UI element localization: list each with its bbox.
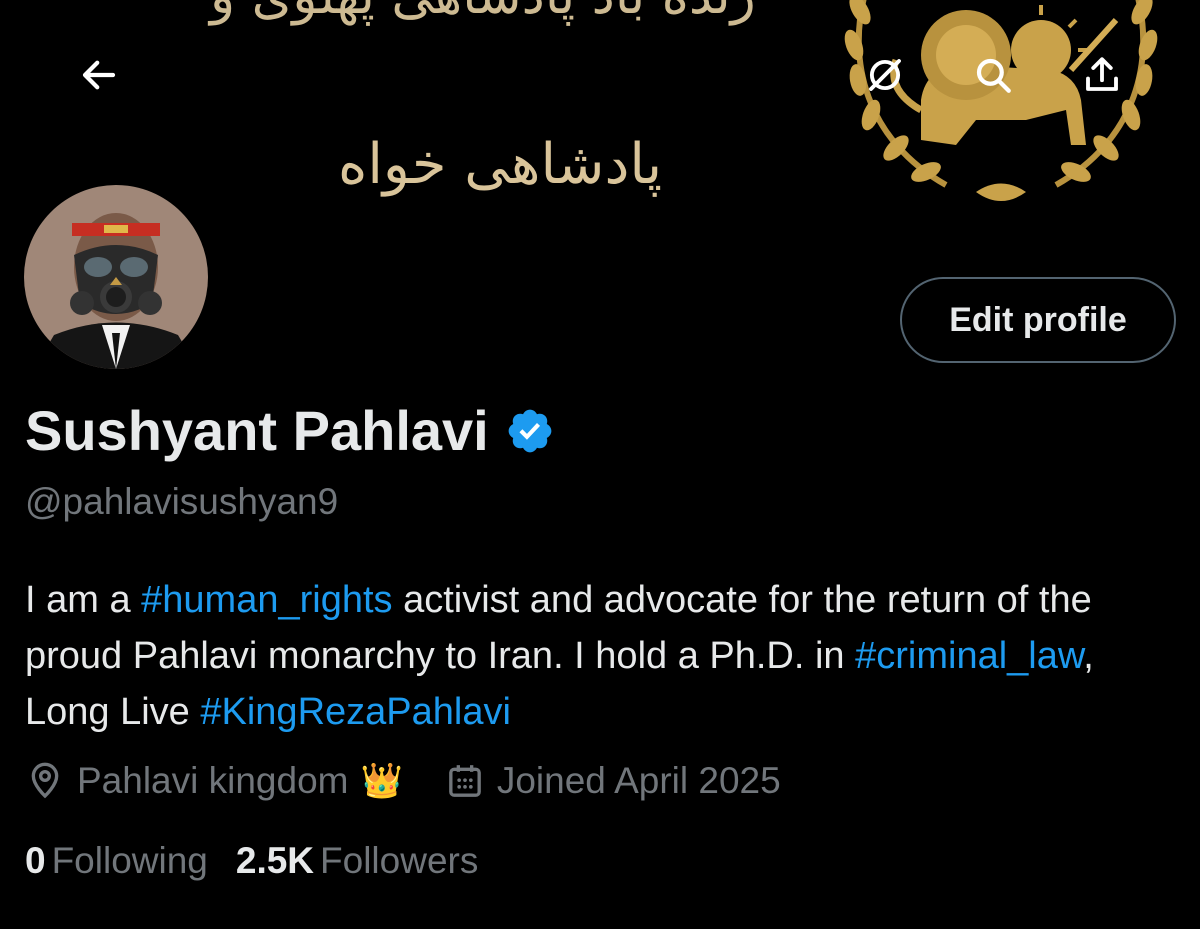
mute-button[interactable] — [853, 43, 917, 107]
share-button[interactable] — [1070, 43, 1134, 107]
banner-script-top: زنده باد پادشاهی پهلوی و — [210, 0, 756, 26]
hashtag-link[interactable]: #human_rights — [141, 579, 392, 621]
hashtag-link[interactable]: #KingRezaPahlavi — [200, 691, 511, 733]
profile-bio: I am a #human_rights activist and advoca… — [25, 572, 1175, 740]
followers-count: 2.5K — [235, 840, 315, 881]
crown-emoji: 👑 — [360, 762, 403, 800]
location-text: Pahlavi kingdom — [77, 760, 349, 801]
share-icon — [1086, 57, 1118, 91]
following-label: Following — [51, 840, 208, 881]
banner-script-middle: پادشاهی خواه — [338, 132, 663, 197]
avatar-image — [24, 185, 208, 369]
search-icon — [976, 58, 1011, 93]
display-name: Sushyant Pahlavi — [25, 399, 489, 462]
arrow-left-icon — [82, 60, 116, 90]
display-name-row: Sushyant Pahlavi — [25, 398, 555, 463]
following-link[interactable]: 0 Following — [25, 840, 208, 882]
calendar-icon — [448, 765, 481, 797]
lion-and-sun-emblem — [844, 0, 1158, 201]
profile-meta: Pahlavi kingdom 👑 Joined April 2025 — [25, 760, 781, 802]
mute-icon — [869, 59, 901, 91]
user-handle: @pahlavisushyan9 — [25, 481, 339, 522]
location: Pahlavi kingdom 👑 — [25, 760, 403, 802]
verified-badge-icon[interactable] — [505, 406, 555, 456]
following-count: 0 — [25, 840, 46, 881]
follow-stats: 0 Following 2.5K Followers — [25, 840, 478, 882]
profile-avatar[interactable] — [22, 183, 210, 371]
bio-text: I am a — [25, 579, 142, 621]
hashtag-link[interactable]: #criminal_law — [855, 635, 1083, 677]
followers-label: Followers — [320, 840, 479, 881]
followers-link[interactable]: 2.5K Followers — [236, 840, 478, 882]
back-button[interactable] — [67, 43, 131, 107]
search-button[interactable] — [961, 43, 1025, 107]
location-pin-icon — [31, 762, 59, 799]
join-date: Joined April 2025 — [445, 760, 781, 802]
edit-profile-button[interactable]: Edit profile — [900, 277, 1176, 363]
joined-text: Joined April 2025 — [496, 760, 781, 801]
